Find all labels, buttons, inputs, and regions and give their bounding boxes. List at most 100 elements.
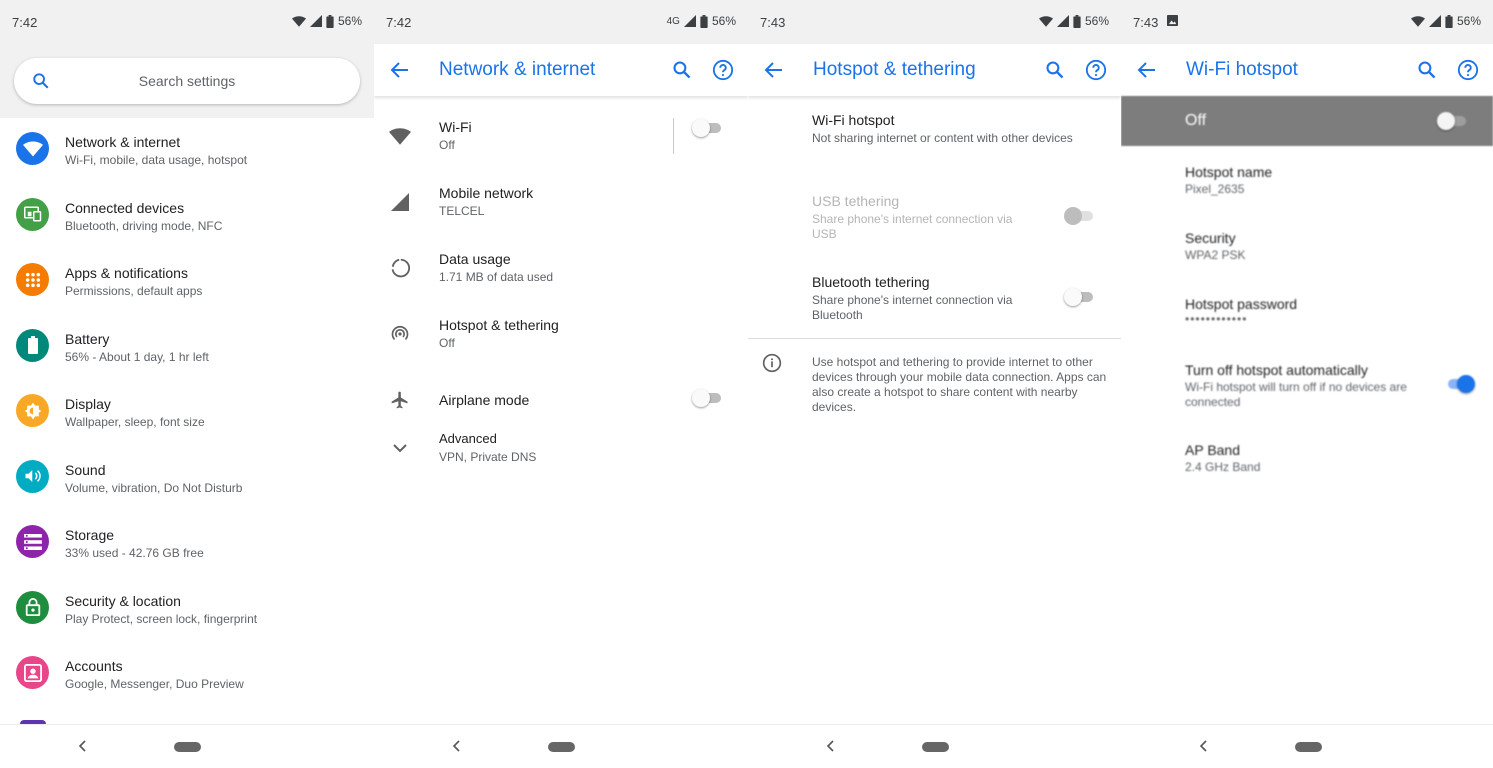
status-bar: 7:42 4G 56%: [374, 0, 748, 44]
search-placeholder: Search settings: [138, 73, 236, 89]
setting-ap-band[interactable]: AP Band 2.4 GHz Band: [1121, 442, 1493, 508]
wifi-status-icon: [291, 15, 306, 27]
back-arrow-icon[interactable]: [390, 61, 410, 79]
back-arrow-icon[interactable]: [1137, 61, 1157, 79]
search-settings-bar[interactable]: Search settings: [14, 58, 360, 104]
wifi-icon: [16, 132, 49, 165]
setting-wifi[interactable]: Wi-Fi Off: [374, 104, 748, 170]
network-type: 4G: [666, 15, 680, 27]
wifi-status-icon: [1410, 15, 1425, 27]
nav-bar: [748, 724, 1121, 768]
battery-status-icon: [1445, 14, 1453, 28]
apps-grid-icon: [16, 263, 49, 296]
status-time: 7:43: [760, 15, 786, 30]
data-usage-icon: [388, 256, 412, 280]
nav-back-icon[interactable]: [76, 737, 90, 755]
settings-item-security[interactable]: Security & location Play Protect, screen…: [0, 577, 374, 643]
settings-item-network[interactable]: Network & internet Wi-Fi, mobile, data u…: [0, 118, 374, 184]
settings-item-display[interactable]: Display Wallpaper, sleep, font size: [0, 380, 374, 446]
setting-data-usage[interactable]: Data usage 1.71 MB of data used: [374, 236, 748, 302]
master-switch-label: Off: [1185, 112, 1207, 129]
battery-status-icon: [326, 14, 334, 28]
signal-status-icon: [309, 15, 322, 27]
setting-advanced[interactable]: Advanced VPN, Private DNS: [374, 416, 748, 482]
nav-home-pill[interactable]: [922, 742, 949, 752]
search-icon[interactable]: [1417, 60, 1437, 80]
wifi-status-icon: [1038, 15, 1053, 27]
volume-icon: [16, 459, 49, 493]
search-icon[interactable]: [1045, 60, 1065, 80]
settings-item-accounts[interactable]: Accounts Google, Messenger, Duo Preview: [0, 642, 374, 708]
help-icon[interactable]: [1457, 59, 1479, 81]
nav-back-icon[interactable]: [1197, 737, 1211, 755]
signal-status-icon: [1056, 15, 1069, 27]
back-arrow-icon[interactable]: [764, 61, 784, 79]
status-time: 7:42: [12, 15, 38, 30]
settings-item-storage[interactable]: Storage 33% used - 42.76 GB free: [0, 511, 374, 577]
lock-icon: [16, 590, 49, 624]
status-time: 7:43: [1133, 15, 1159, 30]
settings-item-connected-devices[interactable]: Connected devices Bluetooth, driving mod…: [0, 184, 374, 250]
bluetooth-tethering-toggle[interactable]: [1064, 287, 1094, 307]
setting-wifi-hotspot[interactable]: Wi-Fi hotspot Not sharing internet or co…: [748, 112, 1121, 162]
nav-home-pill[interactable]: [1295, 742, 1322, 752]
settings-item-apps[interactable]: Apps & notifications Permissions, defaul…: [0, 249, 374, 315]
settings-list: Network & internet Wi-Fi, mobile, data u…: [0, 118, 374, 708]
help-icon[interactable]: [1085, 59, 1107, 81]
status-bar: 7:43 56%: [748, 0, 1121, 44]
setting-security[interactable]: Security WPA2 PSK: [1121, 230, 1493, 296]
airplane-mode-toggle[interactable]: [692, 388, 722, 408]
usb-tethering-toggle: [1064, 206, 1094, 226]
setting-turn-off-automatically[interactable]: Turn off hotspot automatically Wi-Fi hot…: [1121, 362, 1493, 428]
hotspot-master-toggle[interactable]: [1437, 111, 1467, 131]
hotspot-master-switch-bar[interactable]: Off: [1121, 96, 1493, 146]
image-notification-icon: [1167, 15, 1178, 26]
status-bar: 7:42 56%: [0, 0, 374, 44]
airplane-icon: [388, 388, 412, 412]
devices-icon: [16, 197, 49, 231]
hotspot-info-text: Use hotspot and tethering to provide int…: [812, 355, 1107, 414]
setting-hotspot-name[interactable]: Hotspot name Pixel_2635: [1121, 164, 1493, 230]
wifi-hotspot-screen: 7:43 56% Wi-Fi hotspot Off Hotspot name …: [1121, 0, 1493, 768]
signal-status-icon: [683, 15, 696, 27]
battery-icon: [16, 328, 49, 362]
setting-hotspot-tethering[interactable]: Hotspot & tethering Off: [374, 302, 748, 368]
battery-percent: 56%: [711, 14, 736, 28]
status-bar: 7:43 56%: [1121, 0, 1493, 44]
page-title: Network & internet: [439, 59, 596, 80]
help-icon[interactable]: [712, 59, 734, 81]
battery-status-icon: [1073, 14, 1081, 28]
nav-bar: [374, 724, 748, 768]
page-title: Hotspot & tethering: [813, 59, 976, 80]
setting-bluetooth-tethering[interactable]: Bluetooth tethering Share phone's intern…: [748, 274, 1121, 330]
info-icon: [762, 353, 782, 373]
nav-bar: [0, 724, 374, 768]
nav-home-pill[interactable]: [548, 742, 575, 752]
password-mask: ••••••••••••: [1185, 312, 1248, 326]
search-icon[interactable]: [672, 60, 692, 80]
hotspot-icon: [388, 322, 412, 346]
nav-home-pill[interactable]: [174, 742, 201, 752]
nav-back-icon[interactable]: [450, 737, 464, 755]
nav-bar: [1121, 724, 1493, 768]
wifi-icon: [388, 124, 412, 148]
battery-percent: 56%: [337, 14, 362, 28]
page-title: Wi-Fi hotspot: [1186, 59, 1298, 80]
app-bar: Hotspot & tethering: [748, 44, 1121, 96]
wifi-toggle[interactable]: [692, 118, 722, 138]
battery-percent: 56%: [1084, 14, 1109, 28]
chevron-down-icon: [388, 436, 412, 460]
settings-item-sound[interactable]: Sound Volume, vibration, Do Not Disturb: [0, 446, 374, 512]
account-icon: [16, 656, 49, 689]
auto-off-toggle[interactable]: [1445, 374, 1475, 394]
setting-mobile-network[interactable]: Mobile network TELCEL: [374, 170, 748, 236]
setting-hotspot-password[interactable]: Hotspot password ••••••••••••: [1121, 296, 1493, 362]
signal-status-icon: [1428, 15, 1441, 27]
settings-item-battery[interactable]: Battery 56% - About 1 day, 1 hr left: [0, 315, 374, 381]
app-bar: Network & internet: [374, 44, 748, 96]
nav-back-icon[interactable]: [824, 737, 838, 755]
storage-icon: [16, 525, 49, 558]
battery-status-icon: [700, 14, 708, 28]
status-time: 7:42: [386, 15, 412, 30]
hotspot-tethering-screen: 7:43 56% Hotspot & tethering Wi-Fi hotsp…: [748, 0, 1121, 768]
